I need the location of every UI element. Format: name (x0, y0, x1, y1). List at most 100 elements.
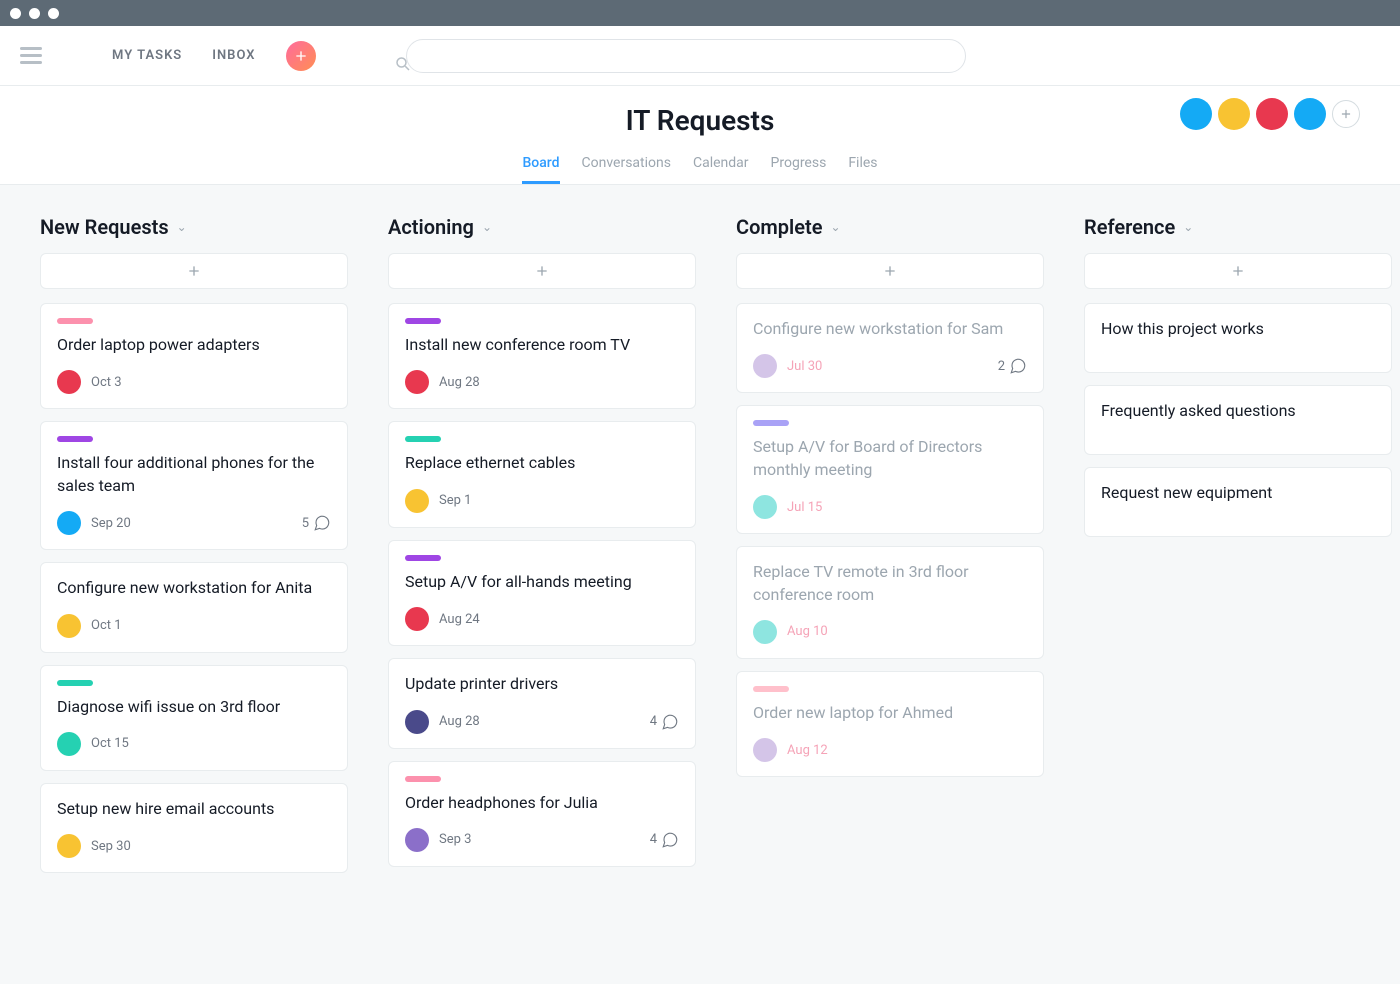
add-card-button[interactable] (388, 253, 696, 289)
card-footer: Oct 15 (57, 732, 331, 756)
traffic-light-minimize[interactable] (29, 8, 40, 19)
assignee-avatar[interactable] (753, 354, 777, 378)
card-title: Order new laptop for Ahmed (753, 702, 1027, 724)
add-card-button[interactable] (736, 253, 1044, 289)
task-card[interactable]: Update printer driversAug 284 (388, 658, 696, 748)
due-date: Sep 1 (439, 493, 471, 508)
due-date: Oct 3 (91, 375, 122, 390)
menu-toggle[interactable] (20, 47, 42, 64)
top-nav-bar: MY TASKS INBOX (0, 26, 1400, 86)
tab-board[interactable]: Board (522, 155, 559, 184)
task-card[interactable]: Replace TV remote in 3rd floor conferenc… (736, 546, 1044, 659)
task-card[interactable]: Order new laptop for Ahmed Aug 12 (736, 671, 1044, 777)
task-card[interactable]: Setup new hire email accountsSep 30 (40, 783, 348, 873)
due-date: Aug 28 (439, 714, 480, 729)
member-avatar[interactable] (1256, 98, 1288, 130)
task-card[interactable]: Order headphones for Julia Sep 34 (388, 761, 696, 867)
card-footer: Sep 30 (57, 834, 331, 858)
task-card[interactable]: Configure new workstation for AnitaOct 1 (40, 562, 348, 652)
card-tag (753, 686, 789, 692)
comment-number: 5 (302, 516, 309, 531)
comment-count[interactable]: 4 (650, 831, 679, 849)
card-title: How this project works (1101, 318, 1375, 340)
comment-count[interactable]: 5 (302, 514, 331, 532)
tab-conversations[interactable]: Conversations (582, 155, 671, 184)
assignee-avatar[interactable] (57, 834, 81, 858)
comment-number: 4 (650, 714, 657, 729)
nav-inbox[interactable]: INBOX (212, 48, 255, 63)
card-footer: Jul 15 (753, 495, 1027, 519)
member-avatar[interactable] (1218, 98, 1250, 130)
card-footer: Sep 34 (405, 828, 679, 852)
comment-count[interactable]: 2 (998, 357, 1027, 375)
column: Complete⌄ Configure new workstation for S… (736, 215, 1044, 789)
assignee-avatar[interactable] (405, 370, 429, 394)
task-card[interactable]: Frequently asked questions (1084, 385, 1392, 455)
task-card[interactable]: Replace ethernet cables Sep 1 (388, 421, 696, 527)
column-title: Actioning (388, 215, 474, 239)
tab-progress[interactable]: Progress (771, 155, 827, 184)
task-card[interactable]: Configure new workstation for SamJul 302 (736, 303, 1044, 393)
task-card[interactable]: How this project works (1084, 303, 1392, 373)
task-card[interactable]: Order laptop power adapters Oct 3 (40, 303, 348, 409)
column-header[interactable]: Actioning⌄ (388, 215, 696, 239)
comment-number: 4 (650, 832, 657, 847)
assignee-avatar[interactable] (57, 614, 81, 638)
task-card[interactable]: Setup A/V for Board of Directors monthly… (736, 405, 1044, 534)
column-header[interactable]: New Requests⌄ (40, 215, 348, 239)
assignee-avatar[interactable] (753, 738, 777, 762)
task-card[interactable]: Setup A/V for all-hands meetingAug 24 (388, 540, 696, 646)
add-card-button[interactable] (1084, 253, 1392, 289)
card-title: Replace TV remote in 3rd floor conferenc… (753, 561, 1027, 606)
card-title: Order headphones for Julia (405, 792, 679, 814)
assignee-avatar[interactable] (57, 511, 81, 535)
search-input[interactable] (406, 39, 966, 73)
add-card-button[interactable] (40, 253, 348, 289)
column: Actioning⌄ Install new conference room TV… (388, 215, 696, 879)
nav-my-tasks[interactable]: MY TASKS (112, 48, 182, 63)
card-tag (405, 555, 441, 561)
due-date: Aug 10 (787, 624, 828, 639)
assignee-avatar[interactable] (405, 489, 429, 513)
global-add-button[interactable] (286, 41, 316, 71)
add-member-button[interactable] (1332, 100, 1360, 128)
member-avatar[interactable] (1180, 98, 1212, 130)
due-date: Aug 24 (439, 612, 480, 627)
plus-icon (293, 48, 309, 64)
assignee-avatar[interactable] (57, 370, 81, 394)
card-footer: Aug 28 (405, 370, 679, 394)
assignee-avatar[interactable] (753, 620, 777, 644)
card-title: Configure new workstation for Anita (57, 577, 331, 599)
comment-count[interactable]: 4 (650, 713, 679, 731)
task-card[interactable]: Install new conference room TVAug 28 (388, 303, 696, 409)
tab-calendar[interactable]: Calendar (693, 155, 749, 184)
column-title: Complete (736, 215, 822, 239)
task-card[interactable]: Request new equipment (1084, 467, 1392, 537)
card-title: Order laptop power adapters (57, 334, 331, 356)
traffic-light-zoom[interactable] (48, 8, 59, 19)
member-avatar[interactable] (1294, 98, 1326, 130)
chevron-down-icon: ⌄ (177, 220, 187, 234)
task-card[interactable]: Diagnose wifi issue on 3rd floorOct 15 (40, 665, 348, 771)
project-members (1180, 98, 1360, 130)
due-date: Aug 28 (439, 375, 480, 390)
plus-icon (186, 263, 202, 279)
window-titlebar (0, 0, 1400, 26)
tab-files[interactable]: Files (848, 155, 877, 184)
assignee-avatar[interactable] (57, 732, 81, 756)
column: Reference⌄ How this project works Frequent… (1084, 215, 1392, 549)
column-header[interactable]: Complete⌄ (736, 215, 1044, 239)
task-card[interactable]: Install four additional phones for the s… (40, 421, 348, 550)
column-header[interactable]: Reference⌄ (1084, 215, 1392, 239)
due-date: Jul 15 (787, 500, 822, 515)
card-footer: Aug 24 (405, 607, 679, 631)
assignee-avatar[interactable] (405, 828, 429, 852)
assignee-avatar[interactable] (753, 495, 777, 519)
due-date: Sep 30 (91, 839, 131, 854)
due-date: Aug 12 (787, 743, 828, 758)
assignee-avatar[interactable] (405, 607, 429, 631)
assignee-avatar[interactable] (405, 710, 429, 734)
comment-icon (661, 831, 679, 849)
traffic-light-close[interactable] (10, 8, 21, 19)
card-title: Replace ethernet cables (405, 452, 679, 474)
